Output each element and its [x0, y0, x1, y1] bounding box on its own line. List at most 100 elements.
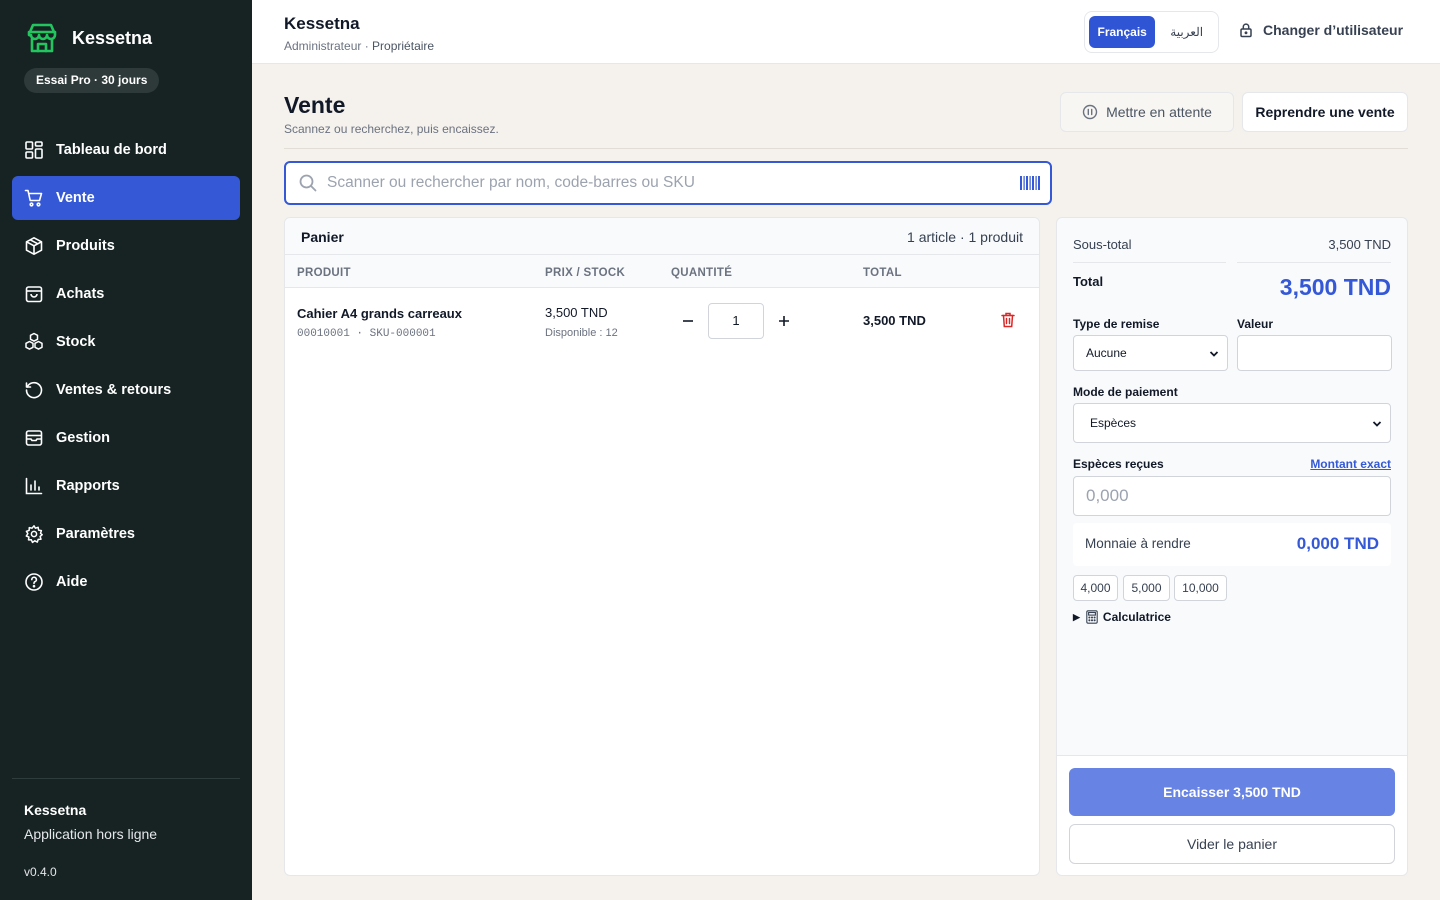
hold-sale-button[interactable]: Mettre en attente [1060, 92, 1234, 132]
history-icon [24, 380, 44, 400]
store-name: Kessetna [284, 14, 360, 33]
cart-title: Panier [301, 229, 344, 245]
lang-french-button[interactable]: Français [1089, 16, 1156, 48]
sidebar-item-stock[interactable]: Stock [12, 320, 240, 364]
barcode-icon[interactable] [1020, 176, 1040, 190]
hold-sale-label: Mettre en attente [1106, 104, 1212, 120]
quick-amount-button[interactable]: 5,000 [1123, 575, 1170, 601]
chevron-down-icon [1209, 349, 1219, 359]
gear-icon [24, 524, 44, 544]
divider [1073, 262, 1226, 263]
subtotal-value: 3,500 TND [1328, 237, 1391, 252]
product-code: 00010001 · SKU-000001 [297, 328, 436, 340]
role-label: Administrateur [284, 39, 362, 53]
sidebar-item-label: Gestion [56, 430, 110, 446]
brand[interactable]: Kessetna [24, 20, 152, 56]
sidebar-item-label: Achats [56, 286, 105, 302]
search-input[interactable] [327, 174, 1007, 192]
minus-icon [683, 320, 693, 322]
cash-received-label: Espèces reçues [1073, 457, 1164, 471]
discount-value-label: Valeur [1237, 317, 1274, 331]
total-value: 3,500 TND [1279, 274, 1391, 300]
sidebar-item-label: Vente [56, 190, 95, 206]
sidebar-item-sales-returns[interactable]: Ventes & retours [12, 368, 240, 412]
sidebar-nav: Tableau de bord Vente Produits Achats St… [12, 128, 240, 608]
boxes-icon [24, 332, 44, 352]
column-price-stock: PRIX / STOCK [545, 267, 626, 279]
exact-amount-link[interactable]: Montant exact [1310, 457, 1391, 471]
product-name: Cahier A4 grands carreaux [297, 306, 462, 321]
help-icon [24, 572, 44, 592]
quantity-input[interactable]: 1 [708, 303, 764, 339]
discount-type-value: Aucune [1086, 346, 1127, 360]
shopping-bag-icon [24, 284, 44, 304]
calculator-icon [1086, 610, 1098, 624]
discount-value-input[interactable] [1237, 335, 1392, 371]
payment-method-select[interactable]: Espèces [1073, 403, 1391, 443]
resume-sale-button[interactable]: Reprendre une vente [1242, 92, 1408, 132]
trial-badge: Essai Pro · 30 jours [24, 68, 160, 93]
sidebar-item-purchases[interactable]: Achats [12, 272, 240, 316]
column-product: PRODUIT [297, 267, 351, 279]
sidebar-item-help[interactable]: Aide [12, 560, 240, 604]
header-divider [284, 148, 1408, 149]
sidebar-item-label: Produits [56, 238, 115, 254]
archive-icon [24, 428, 44, 448]
total-label: Total [1073, 274, 1104, 289]
product-price: 3,500 TND [545, 305, 608, 320]
language-switcher: Français العربية [1084, 11, 1219, 53]
sidebar-item-settings[interactable]: Paramètres [12, 512, 240, 556]
subtotal-label: Sous-total [1073, 237, 1132, 252]
sidebar-item-management[interactable]: Gestion [12, 416, 240, 460]
checkout-pay-button[interactable]: Encaisser 3,500 TND [1069, 768, 1395, 816]
bar-chart-icon [24, 476, 44, 496]
chevron-down-icon [1372, 419, 1382, 429]
sidebar-item-label: Stock [56, 334, 96, 350]
quick-amount-button[interactable]: 4,000 [1073, 575, 1118, 601]
sidebar-divider [12, 778, 240, 779]
cart-header: Panier 1 article · 1 produit [285, 218, 1039, 255]
box-icon [24, 236, 44, 256]
page-subtitle: Scannez ou recherchez, puis encaissez. [284, 122, 499, 136]
search-icon [298, 173, 318, 193]
sidebar-item-label: Tableau de bord [56, 142, 167, 158]
calculator-label: Calculatrice [1102, 610, 1171, 624]
switch-user-button[interactable]: Changer d’utilisateur [1238, 22, 1403, 38]
calculator-toggle[interactable]: ▶ Calculatrice [1073, 610, 1171, 624]
change-due-box: Monnaie à rendre 0,000 TND [1073, 523, 1391, 566]
sidebar-footer-subtitle: Application hors ligne [24, 826, 158, 842]
cash-received-input[interactable]: 0,000 [1073, 476, 1391, 516]
plus-icon [779, 316, 789, 326]
column-total: TOTAL [863, 267, 902, 279]
increase-quantity-button[interactable] [773, 310, 795, 332]
sidebar: Kessetna Essai Pro · 30 jours Tableau de… [0, 0, 252, 900]
product-search-bar [284, 161, 1052, 205]
lang-arabic-button[interactable]: العربية [1159, 16, 1214, 48]
remove-item-button[interactable] [1001, 312, 1015, 328]
cart-panel: Panier 1 article · 1 produit PRODUIT PRI… [284, 217, 1040, 876]
dashboard-icon [24, 140, 44, 160]
change-due-value: 0,000 TND [1296, 534, 1379, 553]
cart-icon [24, 188, 44, 208]
checkout-actions: Encaisser 3,500 TND Vider le panier [1057, 755, 1407, 875]
sidebar-item-label: Ventes & retours [56, 382, 172, 398]
clear-cart-button[interactable]: Vider le panier [1069, 824, 1395, 864]
line-total: 3,500 TND [863, 313, 926, 328]
quick-amount-button[interactable]: 10,000 [1174, 575, 1227, 601]
column-quantity: QUANTITÉ [671, 267, 733, 279]
decrease-quantity-button[interactable] [677, 310, 699, 332]
sidebar-item-reports[interactable]: Rapports [12, 464, 240, 508]
discount-type-select[interactable]: Aucune [1073, 335, 1228, 371]
sidebar-item-dashboard[interactable]: Tableau de bord [12, 128, 240, 172]
change-due-label: Monnaie à rendre [1085, 536, 1191, 551]
owner-label: Propriétaire [372, 39, 435, 53]
cart-row: Cahier A4 grands carreaux 00010001 · SKU… [285, 288, 1039, 356]
role-separator: · [361, 39, 373, 53]
sidebar-item-label: Aide [56, 574, 88, 590]
app-version: v0.4.0 [24, 865, 57, 879]
sidebar-item-products[interactable]: Produits [12, 224, 240, 268]
sidebar-item-label: Paramètres [56, 526, 135, 542]
cart-count: 1 article · 1 produit [907, 229, 1023, 245]
sidebar-item-sale[interactable]: Vente [12, 176, 240, 220]
payment-method-label: Mode de paiement [1073, 385, 1178, 399]
